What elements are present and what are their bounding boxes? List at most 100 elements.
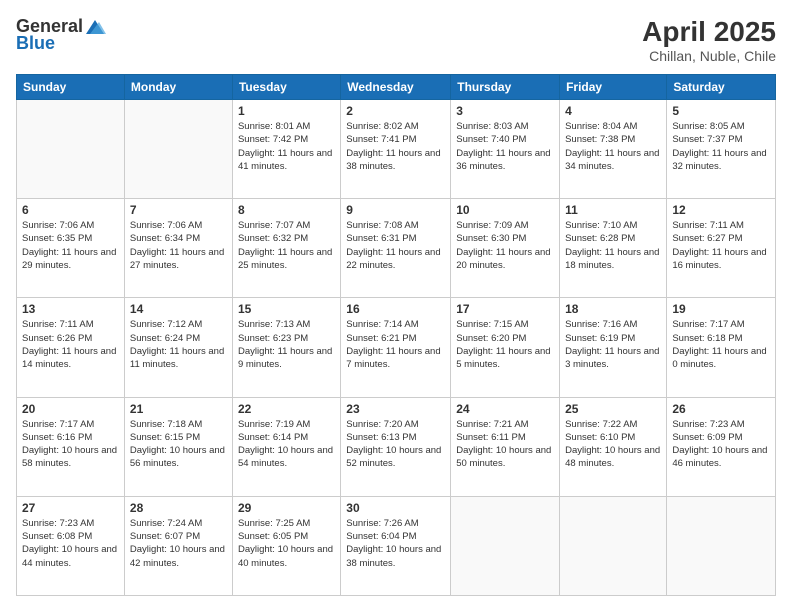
day-number: 17 (456, 302, 554, 316)
day-cell: 13 Sunrise: 7:11 AMSunset: 6:26 PMDayligh… (17, 298, 125, 397)
day-info: Sunrise: 7:23 AMSunset: 6:09 PMDaylight:… (672, 418, 770, 471)
day-cell: 3Sunrise: 8:03 AMSunset: 7:40 PMDaylight… (451, 100, 560, 199)
day-info: Sunrise: 7:17 AMSunset: 6:16 PMDaylight:… (22, 418, 119, 471)
day-number: 10 (456, 203, 554, 217)
day-number: 15 (238, 302, 335, 316)
day-cell: 23 Sunrise: 7:20 AMSunset: 6:13 PMDayligh… (341, 397, 451, 496)
day-cell: 1 Sunrise: 8:01 AMSunset: 7:42 PMDaylight… (232, 100, 340, 199)
day-cell (17, 100, 125, 199)
day-number: 27 (22, 501, 119, 515)
day-number: 20 (22, 402, 119, 416)
day-number: 30 (346, 501, 445, 515)
day-info: Sunrise: 7:18 AMSunset: 6:15 PMDaylight:… (130, 418, 227, 471)
day-number: 24 (456, 402, 554, 416)
calendar-table: SundayMondayTuesdayWednesdayThursdayFrid… (16, 74, 776, 596)
day-info: Sunrise: 7:07 AMSunset: 6:32 PMDaylight:… (238, 219, 335, 272)
day-cell: 25 Sunrise: 7:22 AMSunset: 6:10 PMDayligh… (560, 397, 667, 496)
day-header-thursday: Thursday (451, 75, 560, 100)
day-cell: 11 Sunrise: 7:10 AMSunset: 6:28 PMDayligh… (560, 199, 667, 298)
day-info: Sunrise: 7:20 AMSunset: 6:13 PMDaylight:… (346, 418, 445, 471)
day-cell: 10 Sunrise: 7:09 AMSunset: 6:30 PMDayligh… (451, 199, 560, 298)
day-info: Sunrise: 7:06 AMSunset: 6:34 PMDaylight:… (130, 219, 227, 272)
day-header-friday: Friday (560, 75, 667, 100)
day-info: Sunrise: 7:24 AMSunset: 6:07 PMDaylight:… (130, 517, 227, 570)
day-info: Sunrise: 7:08 AMSunset: 6:31 PMDaylight:… (346, 219, 445, 272)
day-info: Sunrise: 7:15 AMSunset: 6:20 PMDaylight:… (456, 318, 554, 371)
day-info: Sunrise: 7:16 AMSunset: 6:19 PMDaylight:… (565, 318, 661, 371)
day-info: Sunrise: 7:14 AMSunset: 6:21 PMDaylight:… (346, 318, 445, 371)
week-row-4: 20 Sunrise: 7:17 AMSunset: 6:16 PMDayligh… (17, 397, 776, 496)
week-row-2: 6 Sunrise: 7:06 AMSunset: 6:35 PMDaylight… (17, 199, 776, 298)
day-cell: 22Sunrise: 7:19 AMSunset: 6:14 PMDayligh… (232, 397, 340, 496)
logo-icon (84, 18, 106, 36)
week-row-3: 13 Sunrise: 7:11 AMSunset: 6:26 PMDayligh… (17, 298, 776, 397)
day-cell: 4 Sunrise: 8:04 AMSunset: 7:38 PMDaylight… (560, 100, 667, 199)
day-cell: 30Sunrise: 7:26 AMSunset: 6:04 PMDayligh… (341, 496, 451, 595)
day-info: Sunrise: 7:25 AMSunset: 6:05 PMDaylight:… (238, 517, 335, 570)
title-section: April 2025 Chillan, Nuble, Chile (642, 16, 776, 64)
day-info: Sunrise: 7:22 AMSunset: 6:10 PMDaylight:… (565, 418, 661, 471)
day-number: 5 (672, 104, 770, 118)
day-cell: 9Sunrise: 7:08 AMSunset: 6:31 PMDaylight… (341, 199, 451, 298)
day-info: Sunrise: 7:11 AMSunset: 6:26 PMDaylight:… (22, 318, 119, 371)
day-header-saturday: Saturday (667, 75, 776, 100)
day-number: 4 (565, 104, 661, 118)
day-number: 6 (22, 203, 119, 217)
week-row-1: 1 Sunrise: 8:01 AMSunset: 7:42 PMDaylight… (17, 100, 776, 199)
day-number: 13 (22, 302, 119, 316)
day-cell: 5 Sunrise: 8:05 AMSunset: 7:37 PMDaylight… (667, 100, 776, 199)
location: Chillan, Nuble, Chile (642, 48, 776, 64)
day-number: 12 (672, 203, 770, 217)
day-cell: 27Sunrise: 7:23 AMSunset: 6:08 PMDayligh… (17, 496, 125, 595)
day-number: 23 (346, 402, 445, 416)
day-cell: 21 Sunrise: 7:18 AMSunset: 6:15 PMDayligh… (124, 397, 232, 496)
day-number: 1 (238, 104, 335, 118)
day-header-monday: Monday (124, 75, 232, 100)
logo-blue: Blue (16, 33, 55, 54)
day-info: Sunrise: 7:11 AMSunset: 6:27 PMDaylight:… (672, 219, 770, 272)
day-cell (124, 100, 232, 199)
header: General Blue April 2025 Chillan, Nuble, … (16, 16, 776, 64)
day-cell: 15 Sunrise: 7:13 AMSunset: 6:23 PMDayligh… (232, 298, 340, 397)
day-header-sunday: Sunday (17, 75, 125, 100)
day-cell (667, 496, 776, 595)
day-number: 21 (130, 402, 227, 416)
day-number: 2 (346, 104, 445, 118)
calendar-header-row: SundayMondayTuesdayWednesdayThursdayFrid… (17, 75, 776, 100)
day-number: 16 (346, 302, 445, 316)
day-info: Sunrise: 8:01 AMSunset: 7:42 PMDaylight:… (238, 120, 335, 173)
day-number: 3 (456, 104, 554, 118)
day-cell: 2 Sunrise: 8:02 AMSunset: 7:41 PMDaylight… (341, 100, 451, 199)
day-cell: 26Sunrise: 7:23 AMSunset: 6:09 PMDayligh… (667, 397, 776, 496)
calendar-page: General Blue April 2025 Chillan, Nuble, … (0, 0, 792, 612)
day-cell: 14Sunrise: 7:12 AMSunset: 6:24 PMDayligh… (124, 298, 232, 397)
day-info: Sunrise: 8:05 AMSunset: 7:37 PMDaylight:… (672, 120, 770, 173)
month-title: April 2025 (642, 16, 776, 48)
logo: General Blue (16, 16, 107, 54)
day-cell: 12 Sunrise: 7:11 AMSunset: 6:27 PMDayligh… (667, 199, 776, 298)
day-header-wednesday: Wednesday (341, 75, 451, 100)
day-number: 8 (238, 203, 335, 217)
day-info: Sunrise: 7:21 AMSunset: 6:11 PMDaylight:… (456, 418, 554, 471)
day-cell: 17 Sunrise: 7:15 AMSunset: 6:20 PMDayligh… (451, 298, 560, 397)
day-cell: 16 Sunrise: 7:14 AMSunset: 6:21 PMDayligh… (341, 298, 451, 397)
day-info: Sunrise: 7:10 AMSunset: 6:28 PMDaylight:… (565, 219, 661, 272)
day-number: 7 (130, 203, 227, 217)
day-number: 18 (565, 302, 661, 316)
week-row-5: 27Sunrise: 7:23 AMSunset: 6:08 PMDayligh… (17, 496, 776, 595)
day-number: 28 (130, 501, 227, 515)
day-cell: 29Sunrise: 7:25 AMSunset: 6:05 PMDayligh… (232, 496, 340, 595)
day-info: Sunrise: 8:02 AMSunset: 7:41 PMDaylight:… (346, 120, 445, 173)
day-info: Sunrise: 7:06 AMSunset: 6:35 PMDaylight:… (22, 219, 119, 272)
day-number: 11 (565, 203, 661, 217)
day-cell (451, 496, 560, 595)
day-number: 25 (565, 402, 661, 416)
day-info: Sunrise: 7:09 AMSunset: 6:30 PMDaylight:… (456, 219, 554, 272)
day-info: Sunrise: 7:13 AMSunset: 6:23 PMDaylight:… (238, 318, 335, 371)
day-cell: 20 Sunrise: 7:17 AMSunset: 6:16 PMDayligh… (17, 397, 125, 496)
day-cell: 24 Sunrise: 7:21 AMSunset: 6:11 PMDayligh… (451, 397, 560, 496)
day-cell: 7 Sunrise: 7:06 AMSunset: 6:34 PMDaylight… (124, 199, 232, 298)
day-cell: 19Sunrise: 7:17 AMSunset: 6:18 PMDayligh… (667, 298, 776, 397)
day-info: Sunrise: 8:04 AMSunset: 7:38 PMDaylight:… (565, 120, 661, 173)
day-info: Sunrise: 7:19 AMSunset: 6:14 PMDaylight:… (238, 418, 335, 471)
